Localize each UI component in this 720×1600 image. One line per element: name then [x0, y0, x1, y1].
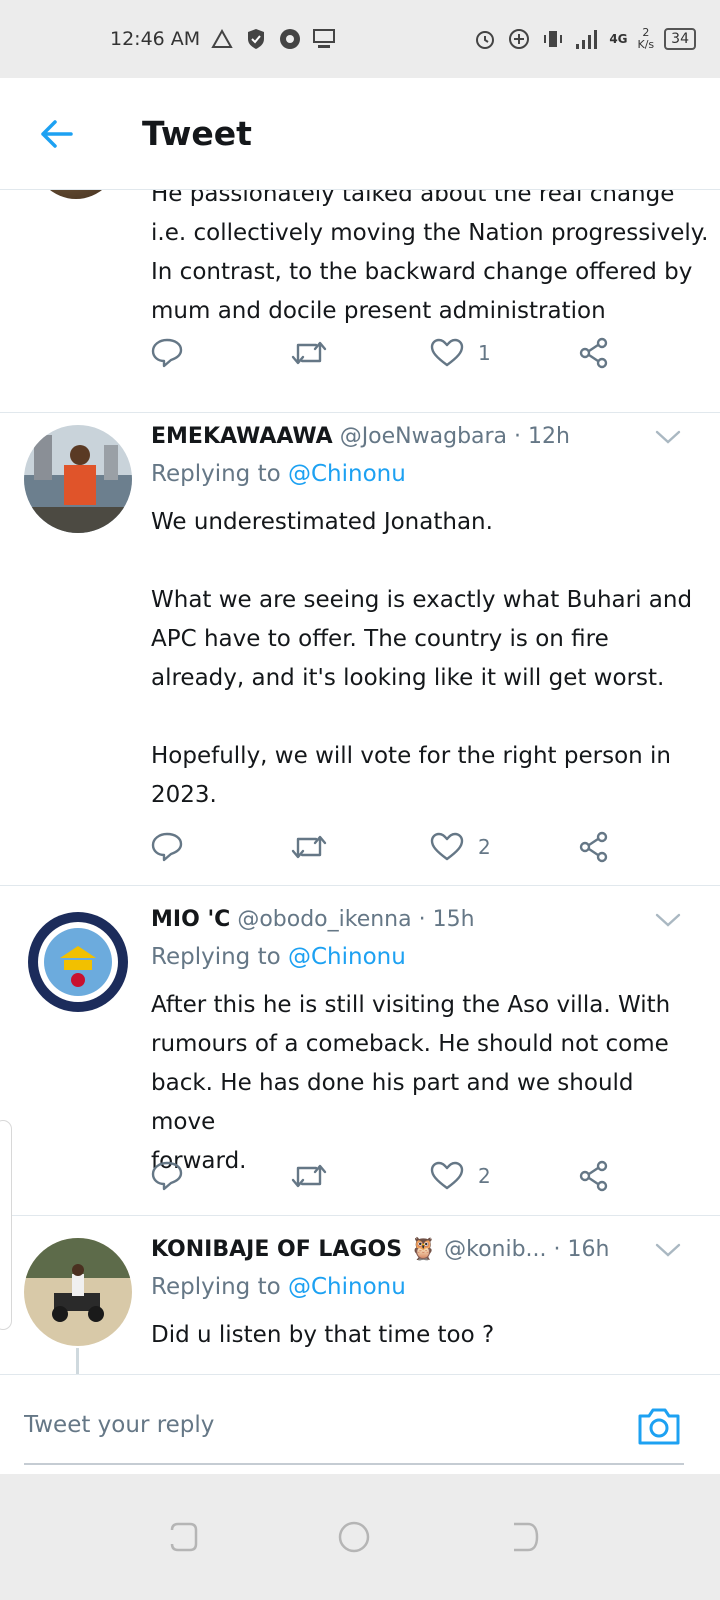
- status-time: 12:46 AM: [110, 28, 201, 50]
- chevron-down-icon[interactable]: [654, 1240, 682, 1260]
- display-name[interactable]: EMEKAWAAWA: [151, 424, 333, 449]
- back-button[interactable]: [26, 104, 86, 164]
- replying-to: Replying to @Chinonu: [151, 944, 406, 970]
- mention-link[interactable]: @Chinonu: [288, 1274, 406, 1300]
- replying-prefix: Replying to: [151, 1274, 281, 1300]
- tweet-text: Did u listen by that time too ?: [151, 1322, 495, 1348]
- tweet-time: · 16h: [553, 1237, 610, 1262]
- system-nav-bar: [0, 1474, 720, 1600]
- tweet-item[interactable]: He passionately talked about the real ch…: [0, 190, 720, 413]
- battery-indicator: 34: [664, 28, 696, 50]
- share-button[interactable]: [578, 337, 610, 369]
- avatar[interactable]: [34, 190, 118, 199]
- display-name[interactable]: KONIBAJE OF LAGOS 🦉: [151, 1237, 437, 1262]
- avatar[interactable]: [24, 425, 132, 533]
- tweet-actions: 2: [150, 1156, 630, 1196]
- avatar[interactable]: [24, 908, 132, 1016]
- page-title: Tweet: [142, 114, 252, 153]
- reply-input-underline: [24, 1463, 684, 1465]
- user-handle: @konib...: [444, 1237, 547, 1262]
- edge-panel-handle[interactable]: [0, 1120, 12, 1330]
- retweet-icon: [291, 835, 327, 859]
- chevron-down-icon[interactable]: [654, 910, 682, 930]
- share-icon: [579, 1160, 608, 1192]
- avatar-image: [24, 1238, 132, 1346]
- home-icon[interactable]: [337, 1520, 371, 1554]
- heart-icon: [430, 338, 464, 367]
- camera-icon[interactable]: [636, 1405, 682, 1447]
- avatar[interactable]: [24, 1238, 132, 1346]
- replying-prefix: Replying to: [151, 461, 281, 487]
- signal-icon: [575, 27, 599, 51]
- shield-icon: [244, 27, 268, 51]
- vibrate-icon: [541, 27, 565, 51]
- tweet-time: · 12h: [514, 424, 570, 449]
- tweet-feed[interactable]: He passionately talked about the real ch…: [0, 190, 720, 1404]
- net-speed-unit: K/s: [637, 38, 655, 51]
- mention-link[interactable]: @Chinonu: [288, 461, 406, 487]
- tweet-time: · 15h: [418, 907, 475, 932]
- share-button[interactable]: [578, 1160, 610, 1192]
- tweet-actions: 2: [150, 827, 630, 867]
- app-header: Tweet: [0, 78, 720, 190]
- reply-icon: [151, 832, 183, 862]
- tweet-header: EMEKAWAAWA @JoeNwagbara · 12h: [151, 421, 671, 453]
- like-count: 1: [478, 341, 491, 365]
- back-nav-icon[interactable]: [506, 1520, 540, 1554]
- reply-button[interactable]: [150, 831, 184, 863]
- warning-icon: [210, 27, 234, 51]
- user-handle: @obodo_ikenna: [237, 907, 412, 932]
- tweet-header: KONIBAJE OF LAGOS 🦉 @konib... · 16h: [151, 1234, 671, 1266]
- reply-composer: [0, 1374, 720, 1474]
- retweet-button[interactable]: [290, 1161, 328, 1191]
- chevron-down-icon[interactable]: [654, 427, 682, 447]
- share-button[interactable]: [578, 831, 610, 863]
- like-count: 2: [478, 835, 491, 859]
- reply-button[interactable]: [150, 337, 184, 369]
- retweet-button[interactable]: [290, 832, 328, 862]
- like-button[interactable]: 2: [430, 832, 491, 862]
- network-type: 4G: [609, 32, 628, 46]
- tweet-item[interactable]: MIO 'C @obodo_ikenna · 15h Replying to @…: [0, 886, 720, 1216]
- like-count: 2: [478, 1164, 491, 1188]
- share-icon: [579, 831, 608, 863]
- tweet-text: After this he is still visiting the Aso …: [151, 992, 671, 1174]
- tweet-actions: 1: [150, 333, 630, 373]
- like-button[interactable]: 1: [430, 338, 491, 368]
- back-arrow-icon: [41, 119, 73, 148]
- recent-apps-icon[interactable]: [166, 1520, 200, 1554]
- reply-icon: [151, 1161, 183, 1191]
- replying-prefix: Replying to: [151, 944, 281, 970]
- heart-icon: [430, 1161, 464, 1190]
- data-saver-icon: [507, 27, 531, 51]
- display-name[interactable]: MIO 'C: [151, 907, 230, 932]
- reply-icon: [151, 338, 183, 368]
- club-badge-image: [25, 909, 131, 1015]
- status-bar: 12:46 AM 4G 2 K/s 34: [0, 0, 720, 78]
- retweet-icon: [291, 1164, 327, 1188]
- reply-input[interactable]: [24, 1403, 584, 1447]
- replying-to: Replying to @Chinonu: [151, 1274, 406, 1300]
- retweet-button[interactable]: [290, 338, 328, 368]
- tweet-item[interactable]: EMEKAWAAWA @JoeNwagbara · 12h Replying t…: [0, 403, 720, 886]
- avatar-image: [24, 425, 132, 533]
- reply-button[interactable]: [150, 1160, 184, 1192]
- share-icon: [579, 337, 608, 369]
- net-speed: 2 K/s: [638, 27, 655, 51]
- like-button[interactable]: 2: [430, 1161, 491, 1191]
- mention-link[interactable]: @Chinonu: [288, 944, 406, 970]
- tweet-text: He passionately talked about the real ch…: [151, 190, 709, 324]
- tweet-text: We underestimated Jonathan. What we are …: [151, 509, 693, 808]
- screen-icon: [312, 27, 336, 51]
- retweet-icon: [291, 341, 327, 365]
- heart-icon: [430, 832, 464, 861]
- user-handle: @JoeNwagbara: [339, 424, 508, 449]
- tweet-header: MIO 'C @obodo_ikenna · 15h: [151, 904, 671, 936]
- replying-to: Replying to @Chinonu: [151, 461, 406, 487]
- alarm-icon: [473, 27, 497, 51]
- chrome-icon: [278, 27, 302, 51]
